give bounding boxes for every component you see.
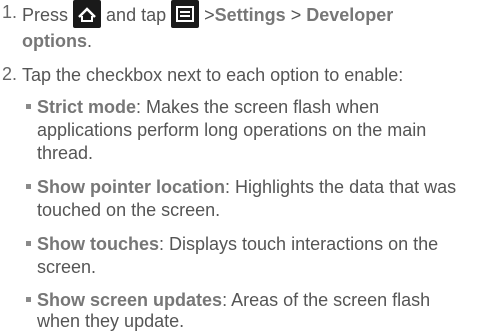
option-desc-cont: touched on the screen. [37, 200, 221, 220]
option-desc-cont: when they update. [37, 311, 185, 331]
option-desc-cont: thread. [37, 143, 94, 163]
bullet-icon [26, 103, 31, 109]
bullet-icon [26, 296, 31, 302]
path-settings: Settings [214, 4, 286, 25]
bullet-icon [26, 183, 31, 189]
option-desc: : Displays touch interactions on the [159, 234, 439, 254]
option-name: Show touches [37, 234, 160, 254]
option-desc: : Highlights the data that was [225, 177, 457, 197]
path-separator-2: > [290, 4, 302, 25]
option-desc-cont: screen. [37, 257, 97, 277]
option-name: Strict mode [37, 97, 137, 117]
instruction-page: 1. Press and tap >Settings > Developer o… [0, 0, 487, 331]
menu-icon [171, 0, 200, 28]
path-developer: Developer [306, 4, 394, 25]
option-desc: : Areas of the screen flash [222, 290, 431, 310]
step-1-period: . [87, 31, 93, 51]
option-strict-mode: Strict mode: Makes the screen flash when [26, 96, 379, 118]
step-1-line-2: options. [22, 30, 92, 52]
step-1-number: 1. [2, 2, 18, 22]
option-desc-cont: applications perform long operations on … [37, 120, 427, 140]
option-desc: : Makes the screen flash when [136, 97, 380, 117]
option-name: Show screen updates [37, 290, 223, 310]
step-1-line-1: Press and tap >Settings > Developer [22, 0, 394, 30]
bullet-icon [26, 240, 31, 246]
option-show-pointer-location: Show pointer location: Highlights the da… [26, 176, 456, 198]
option-show-screen-updates: Show screen updates: Areas of the screen… [26, 289, 430, 311]
step-1-and-tap-text: and tap [106, 4, 167, 25]
option-name: Show pointer location [37, 177, 225, 197]
step-2-number: 2. [2, 64, 18, 84]
home-icon [73, 0, 102, 28]
step-1-press-text: Press [22, 4, 69, 25]
option-show-touches: Show touches: Displays touch interaction… [26, 233, 438, 255]
step-2-text: Tap the checkbox next to each option to … [22, 65, 404, 85]
path-options: options [22, 31, 87, 51]
path-separator-1: > [204, 4, 215, 25]
